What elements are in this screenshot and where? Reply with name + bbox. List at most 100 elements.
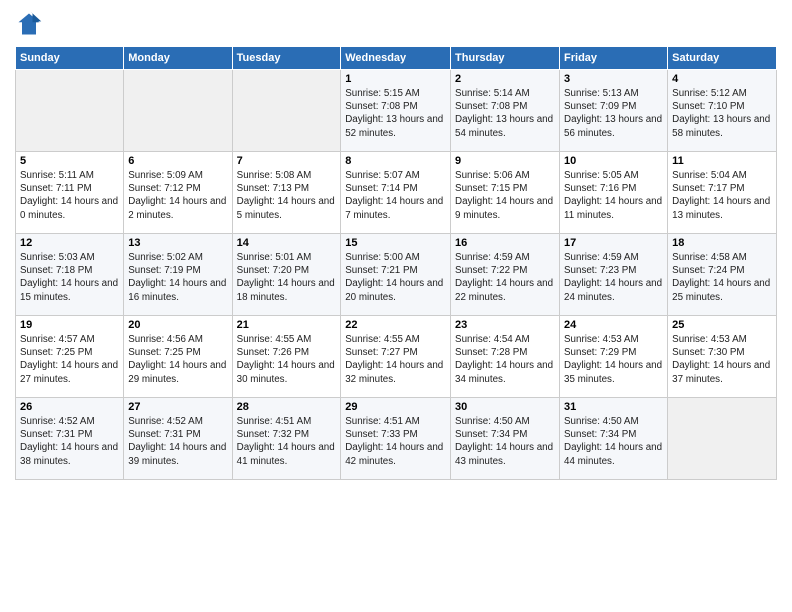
day-number: 7 — [237, 155, 337, 167]
day-number: 27 — [128, 401, 227, 413]
day-info: Sunrise: 4:55 AM Sunset: 7:26 PM Dayligh… — [237, 333, 337, 386]
calendar-cell: 29Sunrise: 4:51 AM Sunset: 7:33 PM Dayli… — [341, 398, 451, 480]
day-number: 6 — [128, 155, 227, 167]
day-info: Sunrise: 4:55 AM Sunset: 7:27 PM Dayligh… — [345, 333, 446, 386]
day-number: 26 — [20, 401, 119, 413]
weekday-header-monday: Monday — [124, 47, 232, 70]
day-info: Sunrise: 4:51 AM Sunset: 7:32 PM Dayligh… — [237, 415, 337, 468]
day-number: 3 — [564, 73, 663, 85]
day-info: Sunrise: 4:53 AM Sunset: 7:29 PM Dayligh… — [564, 333, 663, 386]
calendar-cell: 5 Sunrise: 5:11 AM Sunset: 7:11 PM Daylig… — [16, 152, 124, 234]
calendar-cell — [124, 70, 232, 152]
calendar-cell — [232, 70, 341, 152]
calendar-cell: 13 Sunrise: 5:02 AM Sunset: 7:19 PM Dayli… — [124, 234, 232, 316]
day-info: Sunrise: 5:07 AM Sunset: 7:14 PM Dayligh… — [345, 169, 446, 222]
calendar-cell: 22 Sunrise: 4:55 AM Sunset: 7:27 PM Dayli… — [341, 316, 451, 398]
calendar-cell: 6Sunrise: 5:09 AM Sunset: 7:12 PM Daylig… — [124, 152, 232, 234]
weekday-header-sunday: Sunday — [16, 47, 124, 70]
calendar-cell: 27 Sunrise: 4:52 AM Sunset: 7:31 PM Dayli… — [124, 398, 232, 480]
day-info: Sunrise: 5:06 AM Sunset: 7:15 PM Dayligh… — [455, 169, 555, 222]
calendar-cell: 7 Sunrise: 5:08 AM Sunset: 7:13 PM Daylig… — [232, 152, 341, 234]
day-number: 22 — [345, 319, 446, 331]
calendar-week-2: 5 Sunrise: 5:11 AM Sunset: 7:11 PM Daylig… — [16, 152, 777, 234]
day-number: 31 — [564, 401, 663, 413]
header — [15, 10, 777, 38]
day-number: 15 — [345, 237, 446, 249]
calendar-cell: 31 Sunrise: 4:50 AM Sunset: 7:34 PM Dayli… — [560, 398, 668, 480]
day-number: 1 — [345, 73, 446, 85]
calendar-cell — [16, 70, 124, 152]
day-info: Sunrise: 5:02 AM Sunset: 7:19 PM Dayligh… — [128, 251, 227, 304]
calendar-cell: 8 Sunrise: 5:07 AM Sunset: 7:14 PM Daylig… — [341, 152, 451, 234]
day-info: Sunrise: 5:14 AM Sunset: 7:08 PM Dayligh… — [455, 87, 555, 140]
day-number: 8 — [345, 155, 446, 167]
day-number: 29 — [345, 401, 446, 413]
day-number: 9 — [455, 155, 555, 167]
calendar-week-1: 1 Sunrise: 5:15 AM Sunset: 7:08 PM Daylig… — [16, 70, 777, 152]
day-info: Sunrise: 5:13 AM Sunset: 7:09 PM Dayligh… — [564, 87, 663, 140]
day-number: 21 — [237, 319, 337, 331]
calendar-cell: 19 Sunrise: 4:57 AM Sunset: 7:25 PM Dayli… — [16, 316, 124, 398]
day-number: 30 — [455, 401, 555, 413]
day-info: Sunrise: 4:52 AM Sunset: 7:31 PM Dayligh… — [128, 415, 227, 468]
calendar-cell: 20 Sunrise: 4:56 AM Sunset: 7:25 PM Dayli… — [124, 316, 232, 398]
day-info: Sunrise: 5:05 AM Sunset: 7:16 PM Dayligh… — [564, 169, 663, 222]
weekday-header-row: SundayMondayTuesdayWednesdayThursdayFrid… — [16, 47, 777, 70]
day-number: 12 — [20, 237, 119, 249]
day-info: Sunrise: 4:57 AM Sunset: 7:25 PM Dayligh… — [20, 333, 119, 386]
day-info: Sunrise: 4:53 AM Sunset: 7:30 PM Dayligh… — [672, 333, 772, 386]
calendar-cell: 17 Sunrise: 4:59 AM Sunset: 7:23 PM Dayli… — [560, 234, 668, 316]
day-number: 11 — [672, 155, 772, 167]
weekday-header-friday: Friday — [560, 47, 668, 70]
day-number: 13 — [128, 237, 227, 249]
day-info: Sunrise: 5:04 AM Sunset: 7:17 PM Dayligh… — [672, 169, 772, 222]
calendar-cell: 4 Sunrise: 5:12 AM Sunset: 7:10 PM Daylig… — [668, 70, 777, 152]
day-info: Sunrise: 5:03 AM Sunset: 7:18 PM Dayligh… — [20, 251, 119, 304]
weekday-header-saturday: Saturday — [668, 47, 777, 70]
day-info: Sunrise: 4:50 AM Sunset: 7:34 PM Dayligh… — [564, 415, 663, 468]
calendar-cell: 24 Sunrise: 4:53 AM Sunset: 7:29 PM Dayli… — [560, 316, 668, 398]
day-number: 5 — [20, 155, 119, 167]
calendar-cell: 2 Sunrise: 5:14 AM Sunset: 7:08 PM Daylig… — [451, 70, 560, 152]
day-info: Sunrise: 4:58 AM Sunset: 7:24 PM Dayligh… — [672, 251, 772, 304]
logo — [15, 10, 47, 38]
calendar-cell: 1 Sunrise: 5:15 AM Sunset: 7:08 PM Daylig… — [341, 70, 451, 152]
day-info: Sunrise: 4:59 AM Sunset: 7:23 PM Dayligh… — [564, 251, 663, 304]
calendar-cell: 12 Sunrise: 5:03 AM Sunset: 7:18 PM Dayli… — [16, 234, 124, 316]
calendar-cell: 18Sunrise: 4:58 AM Sunset: 7:24 PM Dayli… — [668, 234, 777, 316]
day-number: 19 — [20, 319, 119, 331]
calendar-week-3: 12 Sunrise: 5:03 AM Sunset: 7:18 PM Dayli… — [16, 234, 777, 316]
day-info: Sunrise: 5:12 AM Sunset: 7:10 PM Dayligh… — [672, 87, 772, 140]
calendar-cell: 3 Sunrise: 5:13 AM Sunset: 7:09 PM Daylig… — [560, 70, 668, 152]
calendar-cell: 21 Sunrise: 4:55 AM Sunset: 7:26 PM Dayli… — [232, 316, 341, 398]
calendar-cell: 14 Sunrise: 5:01 AM Sunset: 7:20 PM Dayli… — [232, 234, 341, 316]
calendar-cell: 30 Sunrise: 4:50 AM Sunset: 7:34 PM Dayli… — [451, 398, 560, 480]
day-info: Sunrise: 4:50 AM Sunset: 7:34 PM Dayligh… — [455, 415, 555, 468]
day-info: Sunrise: 5:01 AM Sunset: 7:20 PM Dayligh… — [237, 251, 337, 304]
day-number: 10 — [564, 155, 663, 167]
day-info: Sunrise: 4:54 AM Sunset: 7:28 PM Dayligh… — [455, 333, 555, 386]
calendar-week-4: 19 Sunrise: 4:57 AM Sunset: 7:25 PM Dayli… — [16, 316, 777, 398]
day-info: Sunrise: 5:15 AM Sunset: 7:08 PM Dayligh… — [345, 87, 446, 140]
calendar-cell: 10 Sunrise: 5:05 AM Sunset: 7:16 PM Dayli… — [560, 152, 668, 234]
day-number: 16 — [455, 237, 555, 249]
day-number: 20 — [128, 319, 227, 331]
day-number: 4 — [672, 73, 772, 85]
day-info: Sunrise: 5:08 AM Sunset: 7:13 PM Dayligh… — [237, 169, 337, 222]
calendar-cell: 9 Sunrise: 5:06 AM Sunset: 7:15 PM Daylig… — [451, 152, 560, 234]
day-info: Sunrise: 5:11 AM Sunset: 7:11 PM Dayligh… — [20, 169, 119, 222]
day-info: Sunrise: 4:56 AM Sunset: 7:25 PM Dayligh… — [128, 333, 227, 386]
day-number: 2 — [455, 73, 555, 85]
day-number: 24 — [564, 319, 663, 331]
calendar-cell: 16Sunrise: 4:59 AM Sunset: 7:22 PM Dayli… — [451, 234, 560, 316]
calendar-cell: 25Sunrise: 4:53 AM Sunset: 7:30 PM Dayli… — [668, 316, 777, 398]
day-number: 14 — [237, 237, 337, 249]
calendar-cell: 23 Sunrise: 4:54 AM Sunset: 7:28 PM Dayli… — [451, 316, 560, 398]
calendar-week-5: 26 Sunrise: 4:52 AM Sunset: 7:31 PM Dayli… — [16, 398, 777, 480]
calendar-cell: 11 Sunrise: 5:04 AM Sunset: 7:17 PM Dayli… — [668, 152, 777, 234]
weekday-header-tuesday: Tuesday — [232, 47, 341, 70]
day-number: 23 — [455, 319, 555, 331]
logo-icon — [15, 10, 43, 38]
day-number: 17 — [564, 237, 663, 249]
calendar-cell: 15Sunrise: 5:00 AM Sunset: 7:21 PM Dayli… — [341, 234, 451, 316]
